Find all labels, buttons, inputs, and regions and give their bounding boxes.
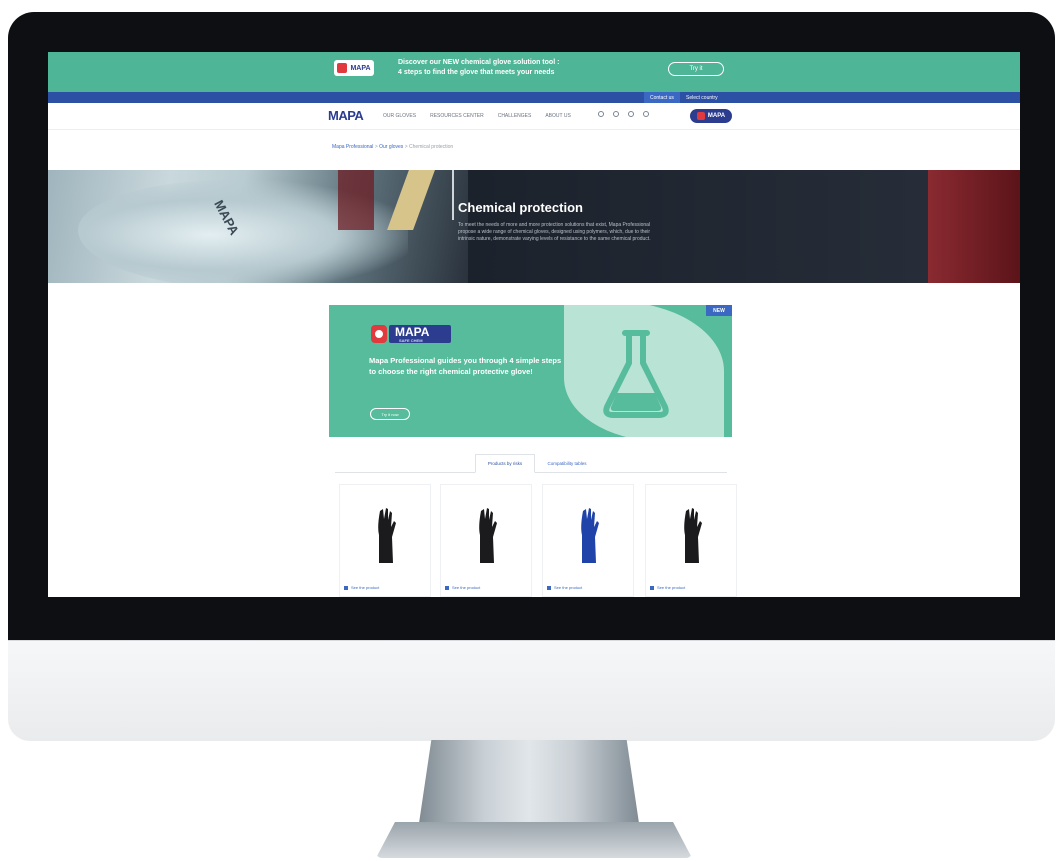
contact-link[interactable]: Contact us (644, 92, 680, 103)
arrow-icon (547, 585, 551, 590)
breadcrumb-current: Chemical protection (409, 144, 454, 150)
product-card[interactable]: See the product (645, 484, 737, 597)
tab-compatibility-tables[interactable]: Compatibility tables (538, 454, 596, 473)
product-link[interactable]: See the product (650, 585, 685, 590)
monitor-stand-base (376, 822, 692, 858)
monitor-stand (418, 740, 640, 830)
promo-message-line2: 4 steps to find the glove that meets you… (398, 69, 555, 76)
promo-bar: MAPA Discover our NEW chemical glove sol… (48, 52, 1020, 92)
main-nav: MAPA OUR GLOVES RESOURCES CENTER CHALLEN… (48, 103, 1020, 130)
promo-logo[interactable]: MAPA (334, 60, 374, 76)
breadcrumb-home[interactable]: Mapa Professional (332, 144, 373, 150)
product-link[interactable]: See the product (344, 585, 379, 590)
arrow-icon (650, 585, 654, 590)
nav-item-about-us[interactable]: ABOUT US (545, 113, 570, 119)
product-card[interactable]: See the product (440, 484, 532, 597)
glove-image (581, 508, 599, 563)
arrow-icon (344, 585, 348, 590)
monitor-chin (8, 640, 1055, 741)
nav-item-resources-center[interactable]: RESOURCES CENTER (430, 113, 484, 119)
safechem-badge[interactable]: MAPA (690, 109, 732, 123)
breadcrumb-parent[interactable]: Our gloves (379, 144, 403, 150)
product-link[interactable]: See the product (547, 585, 582, 590)
product-link-label: See the product (657, 585, 686, 590)
promo-try-button[interactable]: Try it (668, 62, 724, 76)
safechem-promo-banner[interactable]: NEW MAPA SAFE CHEM Mapa Professional gui… (329, 305, 732, 437)
safechem-logo-sub: SAFE CHEM (399, 338, 423, 343)
glove-image (479, 508, 497, 563)
hero-background-shape (338, 170, 374, 230)
mapa-logo-icon (337, 63, 348, 73)
product-card[interactable]: See the product (339, 484, 431, 597)
globe-icon[interactable] (613, 111, 619, 117)
product-card[interactable]: See the product (542, 484, 634, 597)
hero-banner: MAPA Chemical protection To meet the nee… (48, 170, 1020, 283)
banner-text: Mapa Professional guides you through 4 s… (369, 356, 562, 376)
page-title: Chemical protection (458, 200, 583, 215)
nav-item-challenges[interactable]: CHALLENGES (498, 113, 532, 119)
menu-icon[interactable] (643, 111, 649, 117)
hero-divider (452, 170, 454, 220)
tab-products-by-risks[interactable]: Products by risks (475, 454, 535, 473)
country-selector[interactable]: Select country (680, 92, 724, 103)
promo-message-line1: Discover our NEW chemical glove solution… (398, 59, 560, 66)
safechem-badge-text: MAPA (707, 113, 726, 119)
product-link-label: See the product (452, 585, 481, 590)
product-link[interactable]: See the product (445, 585, 480, 590)
product-link-label: See the product (554, 585, 583, 590)
new-badge: NEW (706, 305, 732, 316)
flask-icon (603, 330, 669, 418)
user-icon[interactable] (628, 111, 634, 117)
mapa-logo-icon (696, 112, 705, 120)
product-link-label: See the product (351, 585, 380, 590)
promo-message: Discover our NEW chemical glove solution… (398, 58, 628, 78)
glove-image (378, 508, 396, 563)
hero-description: To meet the needs of more and more prote… (458, 222, 651, 242)
nav-menu: OUR GLOVES RESOURCES CENTER CHALLENGES A… (383, 113, 571, 119)
safechem-logo-name: MAPA (395, 325, 430, 339)
hero-background-shape (928, 170, 1020, 283)
promo-logo-text: MAPA (350, 64, 371, 72)
nav-item-our-gloves[interactable]: OUR GLOVES (383, 113, 416, 119)
browser-screen: MAPA Discover our NEW chemical glove sol… (48, 52, 1020, 597)
banner-try-button[interactable]: Try it now (370, 408, 410, 420)
search-icon[interactable] (598, 111, 604, 117)
safechem-logo-icon (371, 325, 387, 343)
utility-bar: Contact us Select country (48, 92, 1020, 103)
site-logo[interactable]: MAPA (328, 108, 364, 123)
nav-icons (598, 111, 649, 117)
arrow-icon (445, 585, 449, 590)
breadcrumb: Mapa Professional > Our gloves > Chemica… (332, 144, 453, 150)
glove-image (684, 508, 702, 563)
